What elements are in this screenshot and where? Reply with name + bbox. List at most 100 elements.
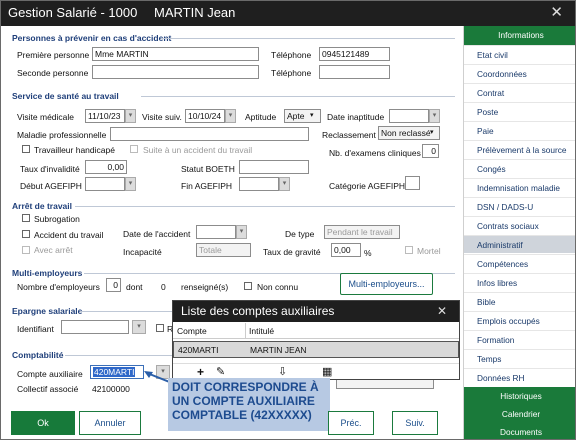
ok-button[interactable]: Ok — [11, 411, 75, 435]
debut-agefiph-label: Début AGEFIPH — [20, 181, 82, 191]
sidebar-item-competences[interactable]: Compétences — [464, 254, 575, 272]
inaptitude-input[interactable] — [389, 109, 429, 123]
add-icon[interactable]: + — [197, 365, 204, 379]
identifiant-input[interactable] — [61, 320, 129, 334]
invalid-input[interactable]: 0,00 — [85, 160, 127, 174]
sidebar-item-dsn[interactable]: DSN / DADS-U — [464, 197, 575, 215]
col-intitule[interactable]: Intitulé — [249, 326, 274, 336]
visit-date-input[interactable]: 11/10/23 — [85, 109, 125, 123]
employee-window: Gestion Salarié - 1000 MARTIN Jean ✕ Per… — [0, 0, 576, 440]
sidebar-item-coordonnees[interactable]: Coordonnées — [464, 64, 575, 82]
employee-name: MARTIN Jean — [154, 5, 236, 20]
avec-arret-checkbox[interactable] — [22, 246, 30, 254]
phone-input[interactable]: 0945121489 — [319, 47, 390, 61]
incapacite-select[interactable]: Totale — [196, 243, 251, 257]
prev-button[interactable]: Préc. — [328, 411, 374, 435]
calendar-dropdown-icon[interactable]: ▾ — [236, 225, 247, 239]
aux-accounts-popup: Liste des comptes auxiliaires ✕ Compte I… — [172, 300, 460, 380]
calculator-icon[interactable]: ▦ — [322, 365, 332, 378]
nb-employers-label: Nombre d'employeurs — [17, 282, 100, 292]
lookup-dropdown-icon[interactable]: ▾ — [132, 320, 146, 334]
accident-travail-checkbox[interactable] — [22, 230, 30, 238]
sidebar-header[interactable]: Informations — [464, 26, 575, 45]
boeth-label: Statut BOETH — [181, 164, 235, 174]
multi-employers-button[interactable]: Multi-employeurs... — [340, 273, 433, 295]
annotation-line: COMPTABLE (42XXXXX) — [172, 408, 312, 422]
calendar-dropdown-icon[interactable]: ▾ — [125, 177, 136, 191]
categorie-input[interactable] — [405, 176, 420, 190]
popup-header-row: Compte Intitulé — [173, 323, 459, 339]
handicap-checkbox[interactable] — [22, 145, 30, 153]
divider — [75, 206, 455, 207]
popup-close-icon[interactable]: ✕ — [437, 304, 447, 318]
second-person-input[interactable] — [92, 65, 259, 79]
sidebar-item-administratif[interactable]: Administratif — [464, 235, 575, 253]
renseigne-label: renseigné(s) — [181, 282, 229, 292]
sidebar-item-conges[interactable]: Congés — [464, 159, 575, 177]
phone2-input[interactable] — [319, 65, 390, 79]
aptitude-select[interactable]: Apte — [284, 109, 321, 123]
edit-icon[interactable]: ✎ — [216, 365, 225, 378]
mortel-checkbox[interactable] — [405, 246, 413, 254]
next-visit-input[interactable]: 10/10/24 — [185, 109, 225, 123]
maladie-input[interactable] — [110, 127, 309, 141]
sidebar-item-temps[interactable]: Temps — [464, 349, 575, 367]
section-health-title: Service de santé au travail — [12, 91, 119, 101]
date-accident-input[interactable] — [196, 225, 236, 239]
sidebar-item-poste[interactable]: Poste — [464, 102, 575, 120]
row-intitule: MARTIN JEAN — [250, 345, 307, 355]
non-connu-label: Non connu — [257, 282, 299, 292]
inaptitude-label: Date inaptitude — [327, 112, 385, 122]
first-person-input[interactable]: Mme MARTIN — [92, 47, 259, 61]
sidebar-item-infos-libres[interactable]: Infos libres — [464, 273, 575, 291]
sidebar-item-calendrier[interactable]: Calendrier — [464, 405, 575, 423]
calendar-dropdown-icon[interactable]: ▾ — [125, 109, 136, 123]
sidebar-item-etat-civil[interactable]: Etat civil — [464, 45, 575, 63]
r-checkbox[interactable] — [156, 324, 164, 332]
mortel-label: Mortel — [417, 246, 441, 256]
sidebar-item-indemnisation[interactable]: Indemnisation maladie — [464, 178, 575, 196]
gravite-input[interactable]: 0,00 — [331, 243, 361, 257]
visit-label: Visite médicale — [17, 112, 75, 122]
accident-travail-label: Accident du travail — [34, 230, 104, 240]
non-connu-checkbox[interactable] — [244, 282, 252, 290]
sidebar-item-emplois[interactable]: Emplois occupés — [464, 311, 575, 329]
nb-employers-input[interactable]: 0 — [106, 278, 121, 292]
sidebar-item-contrats-sociaux[interactable]: Contrats sociaux — [464, 216, 575, 234]
second-person-label: Seconde personne — [17, 68, 89, 78]
debut-agefiph-input[interactable] — [85, 177, 125, 191]
calendar-dropdown-icon[interactable]: ▾ — [279, 177, 290, 191]
cancel-button[interactable]: Annuler — [79, 411, 141, 435]
popup-title: Liste des comptes auxiliaires — [173, 301, 459, 322]
calendar-dropdown-icon[interactable]: ▾ — [429, 109, 440, 123]
compte-aux-input[interactable]: 420MARTI — [90, 365, 144, 379]
fin-agefiph-label: Fin AGEFIPH — [181, 181, 233, 191]
calendar-dropdown-icon[interactable]: ▾ — [225, 109, 236, 123]
sidebar-item-prelevement[interactable]: Prélèvement à la source — [464, 140, 575, 158]
sidebar-item-contrat[interactable]: Contrat — [464, 83, 575, 101]
subrogation-checkbox[interactable] — [22, 214, 30, 222]
section-compta-title: Comptabilité — [12, 350, 64, 360]
close-icon[interactable]: ✕ — [550, 3, 563, 21]
suite-accident-checkbox[interactable] — [130, 145, 138, 153]
fin-agefiph-input[interactable] — [239, 177, 279, 191]
sidebar-item-paie[interactable]: Paie — [464, 121, 575, 139]
next-button[interactable]: Suiv. — [392, 411, 438, 435]
sidebar-item-documents[interactable]: Documents — [464, 423, 575, 439]
first-person-label: Première personne — [17, 50, 90, 60]
type-select[interactable]: Pendant le travail — [324, 225, 400, 239]
sidebar-item-historiques[interactable]: Historiques — [464, 387, 575, 405]
divider — [65, 355, 172, 356]
sidebar-item-bible[interactable]: Bible — [464, 292, 575, 310]
export-icon[interactable]: ⇩ — [278, 365, 287, 378]
col-compte[interactable]: Compte — [177, 326, 207, 336]
type-label: De type — [285, 229, 315, 239]
annotation-callout: DOIT CORRESPONDRE À UN COMPTE AUXILIAIRE… — [168, 378, 330, 431]
sidebar-item-donnees-rh[interactable]: Données RH — [464, 368, 575, 386]
boeth-input[interactable] — [239, 160, 309, 174]
row-compte: 420MARTI — [178, 345, 219, 355]
phone-label: Téléphone — [271, 50, 312, 60]
sidebar-item-formation[interactable]: Formation — [464, 330, 575, 348]
popup-row[interactable]: 420MARTI MARTIN JEAN — [173, 341, 459, 358]
exams-input[interactable]: 0 — [422, 144, 439, 158]
